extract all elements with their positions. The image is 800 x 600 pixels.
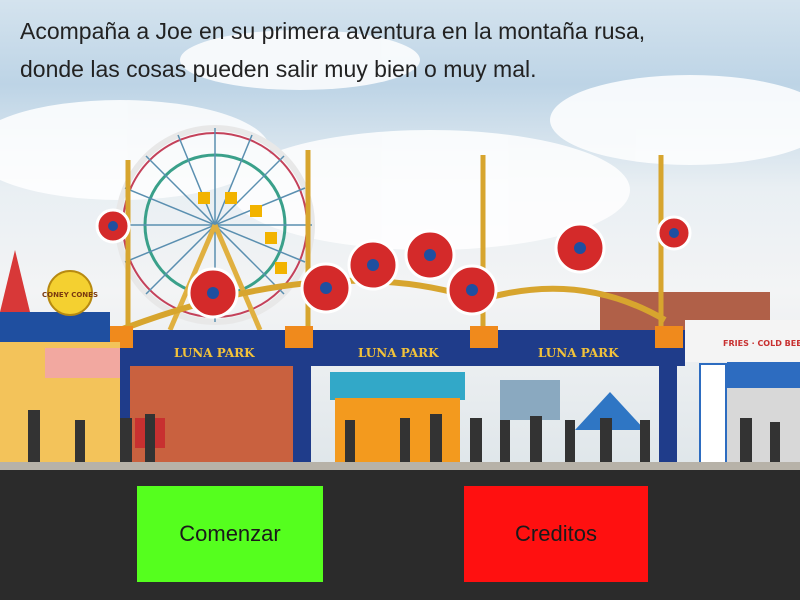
gate-sign-text: LUNA PARK — [358, 346, 439, 360]
credits-button[interactable]: Creditos — [464, 486, 648, 582]
left-stand: CONEY CONES — [0, 250, 120, 464]
inner-booth-roof — [330, 372, 465, 400]
intro-line-1: Acompaña a Joe en su primera aventura en… — [20, 18, 646, 44]
stand-sign-text: CONEY CONES — [42, 291, 98, 299]
intro-line-2: donde las cosas pueden salir muy bien o … — [20, 56, 537, 82]
intro-text: Acompaña a Joe en su primera aventura en… — [20, 12, 720, 88]
start-button[interactable]: Comenzar — [137, 486, 323, 582]
menu-bar: Comenzar Creditos — [0, 470, 800, 600]
amusement-park-background: LUNA PARK LUNA PARK LUNA PARK CONEY CONE… — [0, 0, 800, 470]
gate-sign-text: LUNA PARK — [538, 346, 619, 360]
gate-sign-text: LUNA PARK — [174, 346, 255, 360]
shop-sign-text: FRIES · COLD BEER · — [723, 339, 800, 348]
